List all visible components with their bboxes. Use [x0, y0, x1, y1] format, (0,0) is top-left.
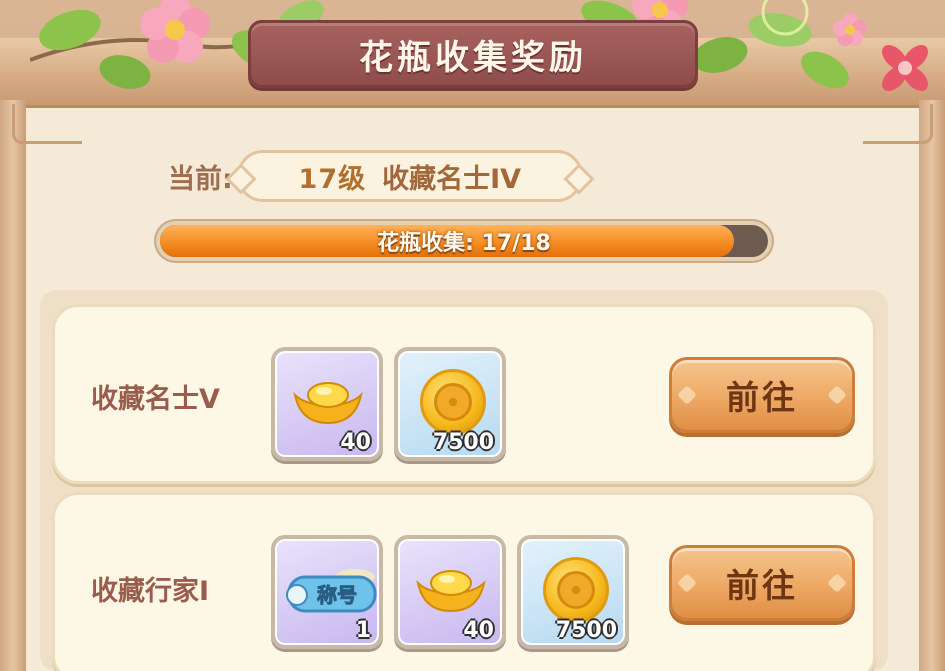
reward-card: 收藏行家I 称号 1 40 7500 前往 [52, 492, 876, 671]
item-count: 7500 [432, 430, 494, 455]
gold-coin-icon [543, 557, 609, 623]
reward-item[interactable]: 称号 1 [271, 535, 383, 649]
item-count: 40 [463, 618, 494, 643]
current-level: 17级 [298, 163, 367, 195]
reward-item[interactable]: 40 [271, 347, 383, 461]
current-rank-title: 收藏名士IV [382, 163, 522, 195]
item-count: 1 [355, 618, 371, 643]
page-title: 花瓶收集奖励 [359, 37, 587, 78]
title-badge-icon: 称号 [286, 569, 377, 613]
reward-rank-name: 收藏行家I [91, 576, 210, 607]
reward-item[interactable]: 40 [394, 535, 506, 649]
item-count: 7500 [555, 618, 617, 643]
current-label: 当前: [168, 163, 233, 195]
reward-rank-name: 收藏名士V [91, 384, 220, 415]
reward-item[interactable]: 7500 [517, 535, 629, 649]
title-plate: 花瓶收集奖励 [248, 20, 698, 88]
progress-text: 花瓶收集: 17/18 [377, 231, 551, 256]
title-badge-label: 称号 [317, 583, 357, 607]
current-level-row: 当前: 17级 收藏名士IV [168, 150, 583, 202]
level-plate: 17级 收藏名士IV [236, 150, 583, 202]
goto-button[interactable]: 前往 [669, 545, 855, 621]
close-flower-icon[interactable] [873, 36, 937, 100]
left-pillar [0, 100, 26, 671]
gold-ingot-icon [293, 382, 363, 425]
gold-coin-icon [420, 369, 486, 435]
left-bracket-ornament [12, 104, 82, 144]
item-count: 40 [340, 430, 371, 455]
right-pillar [919, 100, 945, 671]
right-bracket-ornament [863, 104, 933, 144]
gold-ingot-icon [416, 570, 486, 613]
reward-card: 收藏名士V 40 7500 前往 [52, 304, 876, 484]
reward-item[interactable]: 7500 [394, 347, 506, 461]
goto-button[interactable]: 前往 [669, 357, 855, 433]
collection-progress-bar: 花瓶收集: 17/18 [156, 221, 772, 261]
